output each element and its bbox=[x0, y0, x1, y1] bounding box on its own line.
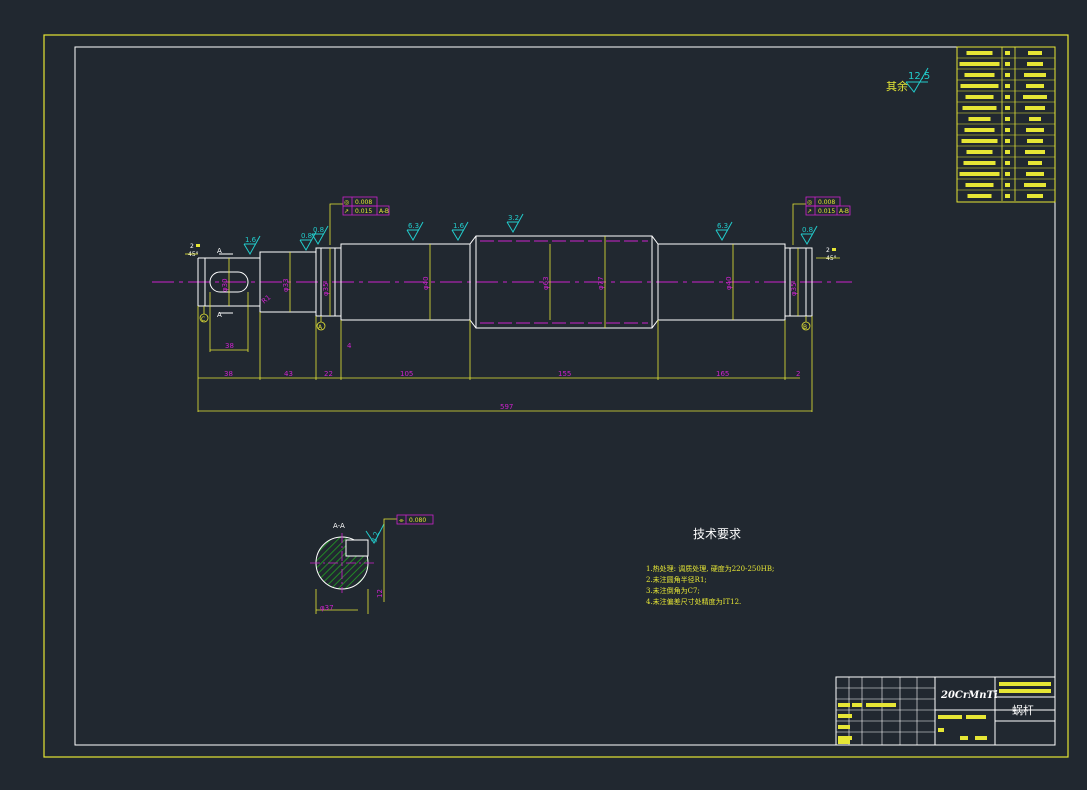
section-label-top: A bbox=[217, 247, 222, 255]
roughness-mark-3: 1.6 bbox=[453, 222, 465, 230]
svg-text:φ40: φ40 bbox=[422, 276, 430, 290]
section-title: A-A bbox=[333, 522, 345, 530]
svg-text:φ40: φ40 bbox=[725, 276, 733, 290]
svg-text:φ30: φ30 bbox=[221, 278, 229, 292]
title-block: 20CrMnTi 蜗杆 bbox=[835, 676, 1056, 746]
svg-text:155: 155 bbox=[558, 370, 571, 378]
svg-text:38: 38 bbox=[225, 342, 234, 350]
material-label: 20CrMnTi bbox=[940, 690, 998, 701]
svg-text:45°: 45° bbox=[826, 255, 837, 262]
parameter-table bbox=[956, 46, 1056, 203]
svg-text:38: 38 bbox=[224, 370, 233, 378]
svg-text:105: 105 bbox=[400, 370, 413, 378]
svg-text:0.008: 0.008 bbox=[355, 199, 372, 206]
part-name: 蜗杆 bbox=[1012, 703, 1034, 717]
length-labels: 38 43 22 105 155 165 2 597 38 4 R1 bbox=[224, 293, 800, 411]
svg-text:R1: R1 bbox=[260, 293, 272, 305]
svg-text:2: 2 bbox=[796, 370, 800, 378]
svg-text:A-B: A-B bbox=[839, 208, 849, 215]
roughness-mark-6: 0.8 bbox=[802, 226, 813, 234]
section-dia: φ37 bbox=[320, 604, 334, 612]
roughness-rest-value: 12.5 bbox=[908, 71, 930, 82]
svg-text:165: 165 bbox=[716, 370, 729, 378]
roughness-rest: 其余 12.5 bbox=[886, 67, 930, 93]
roughness-mark-1: 0.8 bbox=[313, 226, 324, 234]
roughness-mark-7: 0.8 bbox=[301, 232, 312, 240]
datum-markers bbox=[199, 306, 811, 331]
svg-text:↗: ↗ bbox=[344, 208, 349, 215]
roughness-mark-2: 6.3 bbox=[408, 222, 419, 230]
svg-text:φ35: φ35 bbox=[790, 282, 798, 296]
svg-text:0.015: 0.015 bbox=[355, 208, 372, 215]
roughness-mark-5: 6.3 bbox=[717, 222, 728, 230]
tech-item-1: 1.热处理: 调质处理, 硬度为220-250HB; bbox=[646, 564, 774, 573]
chamfer-right: 2 45° bbox=[816, 247, 840, 262]
svg-text:0.015: 0.015 bbox=[818, 208, 835, 215]
tech-item-3: 3.未注倒角为C7; bbox=[646, 586, 700, 595]
datum-c: C bbox=[201, 316, 205, 323]
tech-item-2: 2.未注圆角半径R1; bbox=[646, 575, 707, 584]
svg-text:A-B: A-B bbox=[379, 208, 389, 215]
svg-text:597: 597 bbox=[500, 403, 513, 411]
svg-text:◎: ◎ bbox=[807, 199, 812, 206]
tech-item-4: 4.未注偏差尺寸处精度为IT12. bbox=[646, 597, 741, 606]
section-label-bottom: A bbox=[217, 311, 222, 319]
svg-text:0.080: 0.080 bbox=[409, 517, 426, 524]
svg-text:φ77: φ77 bbox=[597, 276, 605, 290]
svg-text:⌯: ⌯ bbox=[399, 517, 404, 524]
tech-requirements: 技术要求 1.热处理: 调质处理, 硬度为220-250HB; 2.未注圆角半径… bbox=[646, 527, 774, 606]
svg-text:◎: ◎ bbox=[344, 199, 349, 206]
inner-frame bbox=[74, 46, 1056, 746]
tech-title: 技术要求 bbox=[693, 527, 741, 541]
svg-text:φ63: φ63 bbox=[542, 276, 550, 290]
svg-text:↗: ↗ bbox=[807, 208, 812, 215]
svg-text:2: 2 bbox=[826, 247, 830, 254]
svg-text:φ35: φ35 bbox=[322, 282, 330, 296]
svg-text:φ33: φ33 bbox=[282, 278, 290, 292]
roughness-mark-0: 1.6 bbox=[245, 236, 257, 244]
roughness-mark-4: 3.2 bbox=[508, 214, 519, 222]
svg-text:4: 4 bbox=[347, 342, 352, 350]
diameter-labels: φ30 φ33 φ35 φ40 φ63 φ77 φ40 φ35 bbox=[221, 276, 798, 296]
svg-text:45°: 45° bbox=[188, 251, 199, 258]
fcf-left: ◎ 0.008 ↗ 0.015 A-B bbox=[329, 196, 390, 245]
cad-drawing: 其余 12.5 φ30 φ33 φ35 φ40 φ63 φ77 φ40 φ35 … bbox=[43, 34, 1069, 758]
section-view: A-A φ37 12 3.2 ⌯ 0.080 bbox=[310, 514, 434, 614]
svg-text:43: 43 bbox=[284, 370, 293, 378]
fcf-right: ◎ 0.008 ↗ 0.015 A-B bbox=[792, 196, 851, 245]
roughness-rest-label: 其余 bbox=[886, 79, 908, 93]
section-depth: 12 bbox=[376, 589, 384, 598]
chamfer-left: 2 45° bbox=[185, 243, 200, 258]
svg-text:2: 2 bbox=[190, 243, 194, 250]
datum-b: B bbox=[803, 324, 807, 331]
svg-text:0.008: 0.008 bbox=[818, 199, 835, 206]
svg-text:22: 22 bbox=[324, 370, 333, 378]
